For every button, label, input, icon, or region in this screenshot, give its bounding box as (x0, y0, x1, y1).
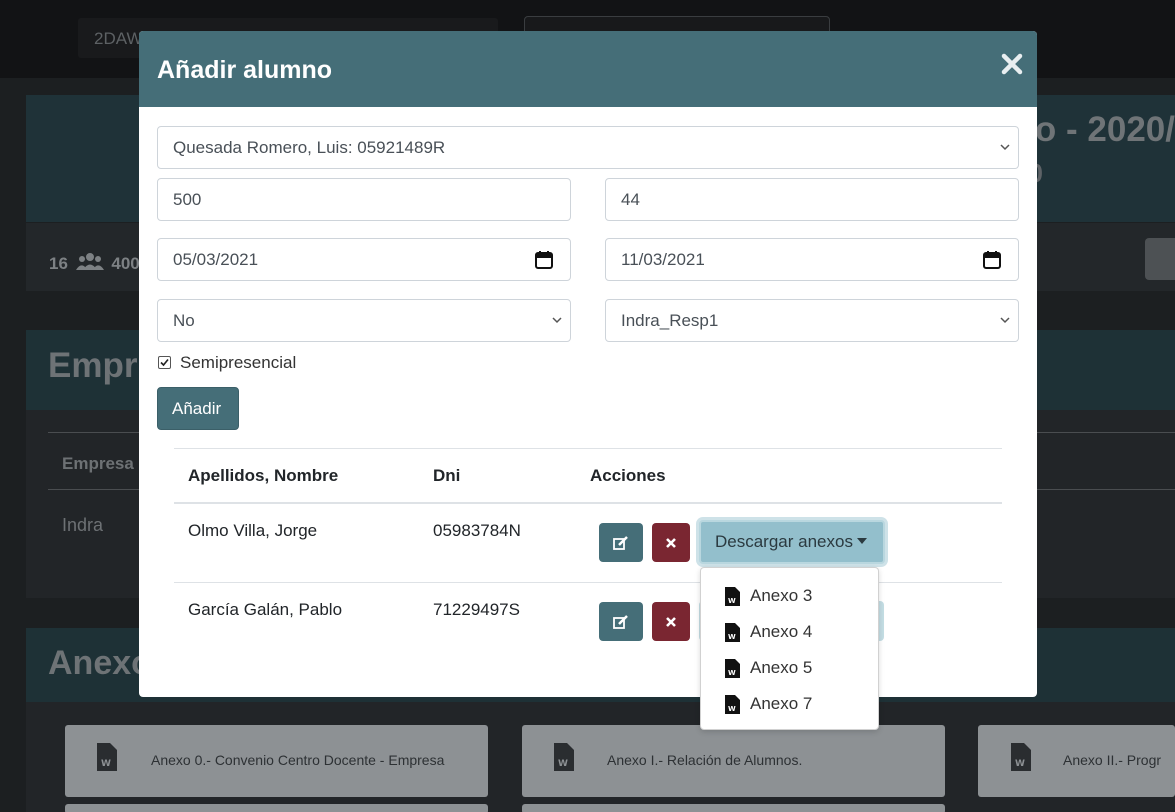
svg-text:W: W (728, 705, 736, 713)
chevron-down-icon (552, 317, 562, 324)
word-file-icon: W (725, 659, 740, 678)
second-number-input[interactable]: 44 (605, 178, 1019, 221)
edit-button[interactable] (599, 602, 643, 641)
add-student-modal: Añadir alumno Quesada Romero, Luis: 0592… (139, 31, 1037, 730)
empresas-title: Empr (48, 346, 138, 385)
student-name-cell: García Galán, Pablo (188, 600, 343, 619)
option-select-value: No (173, 311, 195, 330)
anexo-card[interactable]: W Anexo 0.- Convenio Centro Docente - Em… (65, 725, 488, 797)
student-dni-cell: 71229497S (433, 600, 520, 619)
dropdown-item-label: Anexo 7 (750, 694, 813, 713)
anexo-card-label: Anexo I.- Relación de Alumnos. (607, 752, 803, 768)
student-name-cell: Olmo Villa, Jorge (188, 521, 318, 540)
anexo-card[interactable]: W Anexo I.- Relación de Alumnos. (522, 725, 945, 797)
dropdown-item-label: Anexo 5 (750, 658, 813, 677)
stats-hours-count: 400 (111, 254, 140, 273)
dropdown-item-label: Anexo 3 (750, 586, 813, 605)
word-document-button[interactable] (1145, 238, 1175, 280)
column-header-dni: Dni (433, 466, 461, 485)
svg-text:W: W (728, 633, 736, 641)
hours-input-value: 500 (173, 190, 202, 209)
modal-header: Añadir alumno (139, 31, 1037, 107)
column-header-actions: Acciones (590, 466, 666, 485)
checkmark-icon (160, 358, 169, 367)
word-file-icon: W (725, 695, 740, 714)
stats-students-count: 16 (49, 254, 68, 273)
empresa-column-header: Empresa (62, 454, 134, 473)
empresa-cell: Indra (62, 515, 104, 535)
edit-button[interactable] (599, 523, 643, 562)
anexo-card[interactable] (522, 804, 945, 812)
end-date-input[interactable]: 11/03/2021 (605, 238, 1019, 281)
anexo-card-label: Anexo 0.- Convenio Centro Docente - Empr… (151, 752, 445, 768)
svg-text:W: W (558, 759, 568, 769)
edit-icon (613, 614, 628, 629)
word-file-icon: W (1011, 743, 1031, 771)
calendar-icon[interactable] (535, 251, 553, 269)
responsible-select-value: Indra_Resp1 (621, 311, 719, 330)
student-select[interactable]: Quesada Romero, Luis: 05921489R (157, 126, 1019, 169)
close-icon (666, 537, 676, 548)
delete-button[interactable] (652, 523, 690, 562)
responsible-select[interactable]: Indra_Resp1 (605, 299, 1019, 342)
chevron-down-icon (1000, 144, 1010, 151)
word-file-icon: W (554, 743, 574, 771)
chevron-down-icon (1000, 317, 1010, 324)
annexes-dropdown-menu: W Anexo 3 W Anexo 4 W Anexo 5 W Anexo 7 (700, 567, 879, 730)
semipresencial-label: Semipresencial (180, 353, 297, 372)
close-icon (666, 616, 676, 627)
word-file-icon: W (725, 623, 740, 642)
end-date-value: 11/03/2021 (621, 250, 705, 269)
word-file-icon: W (725, 587, 740, 606)
anexos-title: Anexo (48, 644, 152, 682)
anexo-card-label: Anexo II.- Progr (1063, 752, 1162, 768)
users-icon (76, 253, 104, 270)
column-header-name: Apellidos, Nombre (188, 466, 339, 485)
caret-down-icon (856, 538, 867, 544)
start-date-value: 05/03/2021 (173, 250, 259, 269)
hero-title: o - 2020/ (1034, 110, 1175, 149)
anexo-card[interactable] (65, 804, 488, 812)
download-annexes-label: Descargar anexos (715, 532, 853, 551)
calendar-icon[interactable] (983, 251, 1001, 269)
svg-text:W: W (728, 669, 736, 677)
table-divider (174, 502, 1002, 504)
download-annexes-button[interactable]: Descargar anexos (699, 520, 885, 564)
word-file-icon: W (97, 743, 117, 771)
svg-text:W: W (1015, 759, 1025, 769)
anexo-card[interactable]: W Anexo II.- Progr (978, 725, 1175, 797)
second-number-value: 44 (621, 190, 640, 209)
option-select[interactable]: No (157, 299, 571, 342)
delete-button[interactable] (652, 602, 690, 641)
table-divider (174, 448, 1002, 449)
dropdown-item-label: Anexo 4 (750, 622, 813, 641)
add-button[interactable]: Añadir (157, 387, 239, 430)
svg-text:W: W (101, 759, 111, 769)
modal-title: Añadir alumno (157, 56, 333, 84)
close-icon (1001, 53, 1023, 75)
student-select-value: Quesada Romero, Luis: 05921489R (173, 138, 446, 157)
close-button[interactable] (999, 51, 1025, 77)
start-date-input[interactable]: 05/03/2021 (157, 238, 571, 281)
hours-input[interactable]: 500 (157, 178, 571, 221)
semipresencial-checkbox[interactable] (158, 356, 171, 369)
edit-icon (613, 535, 628, 550)
svg-text:W: W (728, 597, 736, 605)
student-dni-cell: 05983784N (433, 521, 521, 540)
